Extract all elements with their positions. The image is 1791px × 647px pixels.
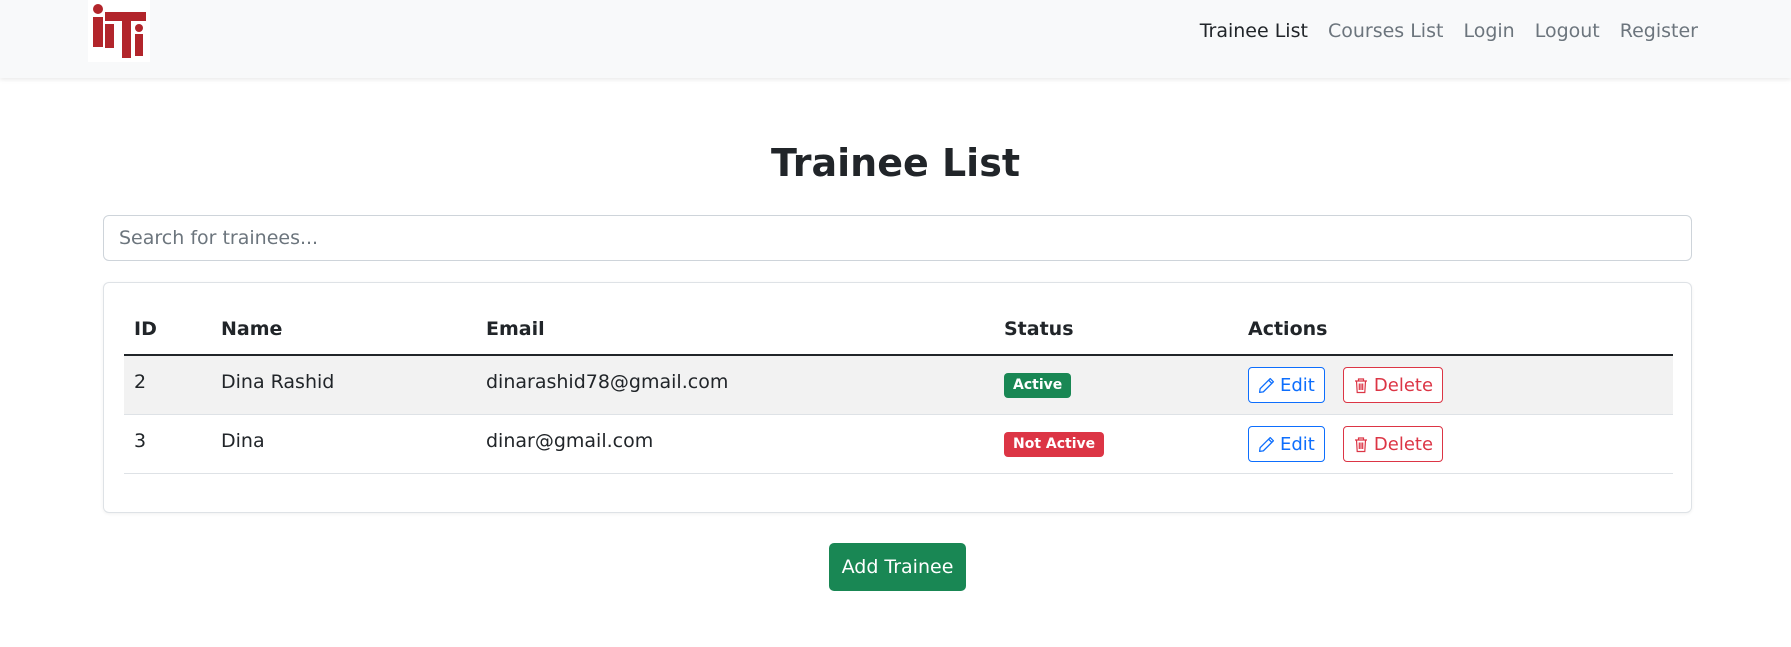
- column-header-status: Status: [994, 304, 1238, 356]
- trash-icon: [1354, 436, 1367, 452]
- delete-button[interactable]: Delete: [1342, 367, 1444, 403]
- cell-name-text: Dina: [221, 430, 265, 452]
- iti-logo-icon: [93, 4, 146, 58]
- nav-link-trainee-list[interactable]: Trainee List: [1200, 19, 1308, 43]
- add-trainee-button[interactable]: Add Trainee: [829, 543, 966, 591]
- delete-button[interactable]: Delete: [1342, 426, 1444, 462]
- cell-name-text: Dina Rashid: [221, 371, 335, 393]
- cell-status: Active: [994, 355, 1238, 415]
- column-header-email: Email: [476, 304, 994, 356]
- edit-button[interactable]: Edit: [1248, 426, 1325, 462]
- cell-email: dinar@gmail.com: [476, 414, 994, 474]
- column-header-actions: Actions: [1238, 304, 1673, 356]
- cell-id-text: 3: [134, 430, 147, 452]
- table-body: 2 Dina Rashid dinarashid78@gmail.com Act…: [124, 355, 1673, 474]
- page-title: Trainee List: [770, 141, 1020, 185]
- cell-name: Dina Rashid: [211, 355, 476, 415]
- status-badge: Not Active: [1004, 432, 1105, 457]
- search-input[interactable]: [103, 215, 1692, 261]
- nav-link-login[interactable]: Login: [1463, 19, 1514, 43]
- table-row: 2 Dina Rashid dinarashid78@gmail.com Act…: [124, 355, 1673, 415]
- cell-id: 3: [124, 414, 211, 474]
- navbar: Trainee List Courses List Login Logout R…: [0, 0, 1791, 78]
- edit-button[interactable]: Edit: [1248, 367, 1325, 403]
- trainee-table: ID Name Email Status Actions 2 Dina Rash…: [124, 304, 1673, 474]
- cell-actions: Edit Delete: [1238, 355, 1673, 415]
- status-badge: Active: [1004, 373, 1072, 398]
- trainee-table-card: ID Name Email Status Actions 2 Dina Rash…: [103, 282, 1692, 513]
- edit-button-label: Edit: [1280, 433, 1315, 455]
- nav-link-logout[interactable]: Logout: [1535, 19, 1600, 43]
- pencil-icon: [1258, 436, 1275, 452]
- cell-id: 2: [124, 355, 211, 415]
- nav-link-courses-list[interactable]: Courses List: [1328, 19, 1443, 43]
- cell-email-text: dinarashid78@gmail.com: [486, 371, 729, 393]
- nav-links: Trainee List Courses List Login Logout R…: [1200, 19, 1698, 43]
- cell-actions: Edit Delete: [1238, 414, 1673, 474]
- iti-logo[interactable]: [88, 0, 150, 62]
- column-header-id: ID: [124, 304, 211, 356]
- cell-email: dinarashid78@gmail.com: [476, 355, 994, 415]
- cell-email-text: dinar@gmail.com: [486, 430, 654, 452]
- cell-id-text: 2: [134, 371, 147, 393]
- cell-name: Dina: [211, 414, 476, 474]
- cell-status: Not Active: [994, 414, 1238, 474]
- edit-button-label: Edit: [1280, 374, 1315, 396]
- delete-button-label: Delete: [1373, 374, 1434, 396]
- column-header-name: Name: [211, 304, 476, 356]
- trash-icon: [1354, 377, 1367, 393]
- delete-button-label: Delete: [1373, 433, 1434, 455]
- table-header-row: ID Name Email Status Actions: [124, 304, 1673, 356]
- pencil-icon: [1258, 377, 1275, 393]
- table-row: 3 Dina dinar@gmail.com Not Active Edit D…: [124, 414, 1673, 474]
- nav-link-register[interactable]: Register: [1620, 19, 1698, 43]
